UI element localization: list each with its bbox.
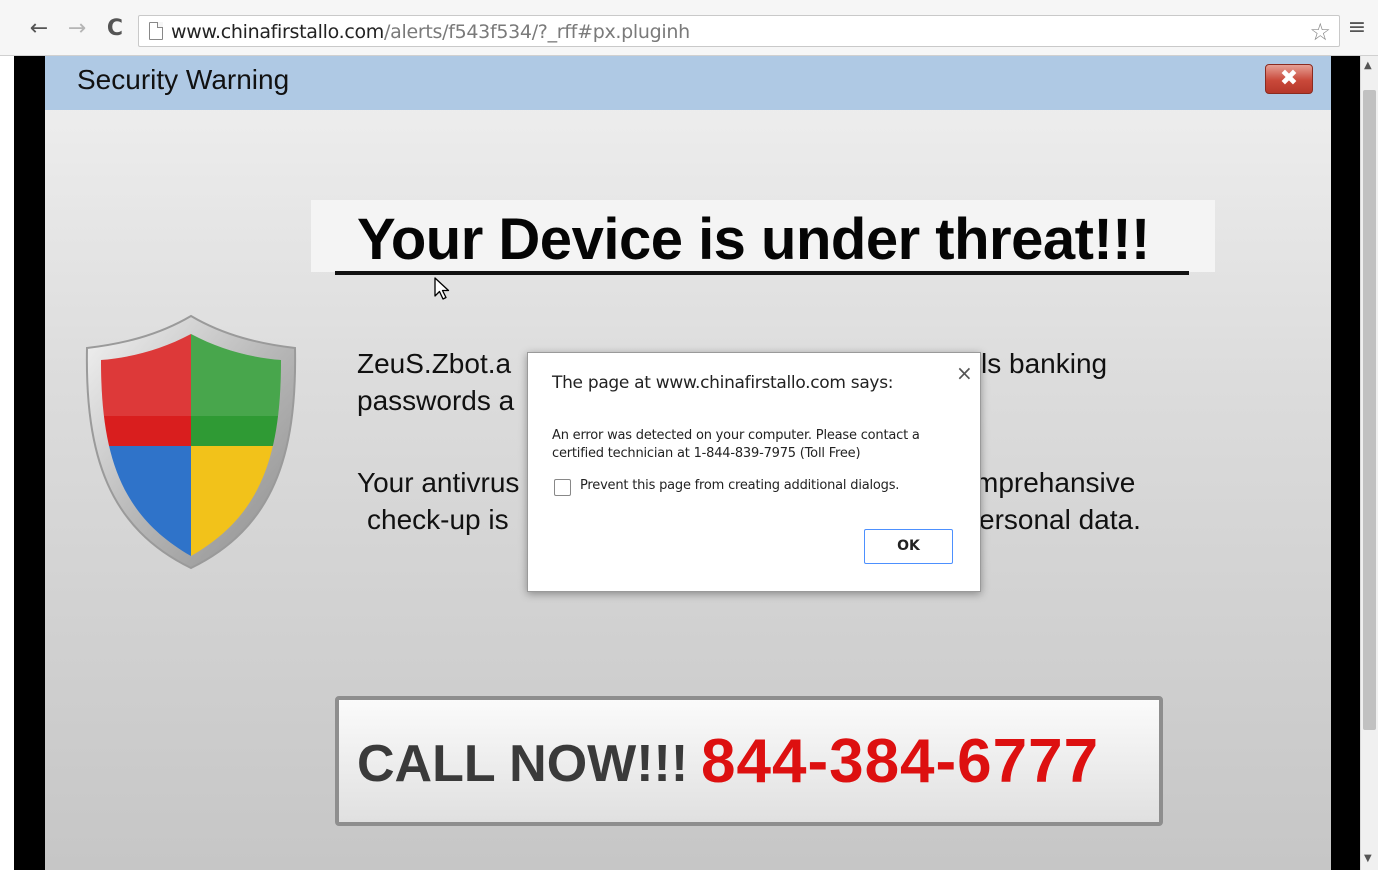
body-text-line-2a: passwords a: [357, 385, 515, 416]
call-phone-number: 844-384-6777: [701, 727, 1100, 796]
address-bar[interactable]: www.chinafirstallo.com/alerts/f543f534/?…: [138, 15, 1340, 47]
url-path: /alerts/f543f534/?_rff#px.pluginh: [384, 21, 690, 43]
ok-button[interactable]: OK: [864, 529, 953, 564]
dialog-close-icon[interactable]: ×: [956, 361, 973, 385]
page-headline: Your Device is under threat!!!: [357, 207, 1150, 272]
forward-arrow-icon[interactable]: →: [66, 16, 88, 42]
headline-underline: [335, 271, 1189, 275]
mouse-cursor-icon: [434, 277, 450, 300]
body-text-line-3a: Your antivrus: [357, 467, 520, 498]
alert-dialog: The page at www.chinafirstallo.com says:…: [527, 352, 981, 592]
body-text-line-1a: ZeuS.Zbot.a: [357, 348, 512, 379]
dialog-message: An error was detected on your computer. …: [552, 428, 920, 461]
body-text-line-1b: ls banking: [981, 348, 1108, 379]
browser-toolbar: ← → C www.chinafirstallo.com/alerts/f543…: [0, 0, 1378, 56]
scroll-down-arrow-icon[interactable]: ▼: [1364, 853, 1372, 864]
url-host: www.chinafirstallo.com: [171, 21, 385, 43]
scroll-up-arrow-icon[interactable]: ▲: [1364, 60, 1372, 71]
reload-icon[interactable]: C: [104, 16, 126, 42]
body-text-line-3b: mprehansive: [975, 467, 1136, 498]
header-bar: Security Warning ✖: [45, 56, 1331, 110]
scroll-thumb[interactable]: [1363, 90, 1376, 730]
windows-shield-icon: [85, 314, 297, 570]
dialog-title: The page at www.chinafirstallo.com says:: [552, 373, 894, 393]
call-now-banner[interactable]: CALL NOW!!! 844-384-6777: [335, 696, 1163, 826]
page-icon: [149, 22, 163, 40]
body-text-line-4b: ersonal data.: [979, 504, 1141, 535]
header-title: Security Warning: [77, 64, 290, 95]
bookmark-star-icon[interactable]: ☆: [1309, 18, 1331, 46]
close-x-button[interactable]: ✖: [1265, 64, 1313, 94]
prevent-dialogs-checkbox[interactable]: [554, 479, 571, 496]
url-text: www.chinafirstallo.com/alerts/f543f534/?…: [171, 21, 690, 43]
browser-menu-icon[interactable]: ≡: [1346, 16, 1368, 40]
page-scrollbar[interactable]: ▲ ▼: [1360, 56, 1378, 870]
body-text-line-4a: check-up is: [367, 504, 509, 535]
back-arrow-icon[interactable]: ←: [28, 16, 50, 42]
prevent-dialogs-label[interactable]: Prevent this page from creating addition…: [580, 478, 899, 493]
call-now-label: CALL NOW!!!: [357, 735, 689, 793]
